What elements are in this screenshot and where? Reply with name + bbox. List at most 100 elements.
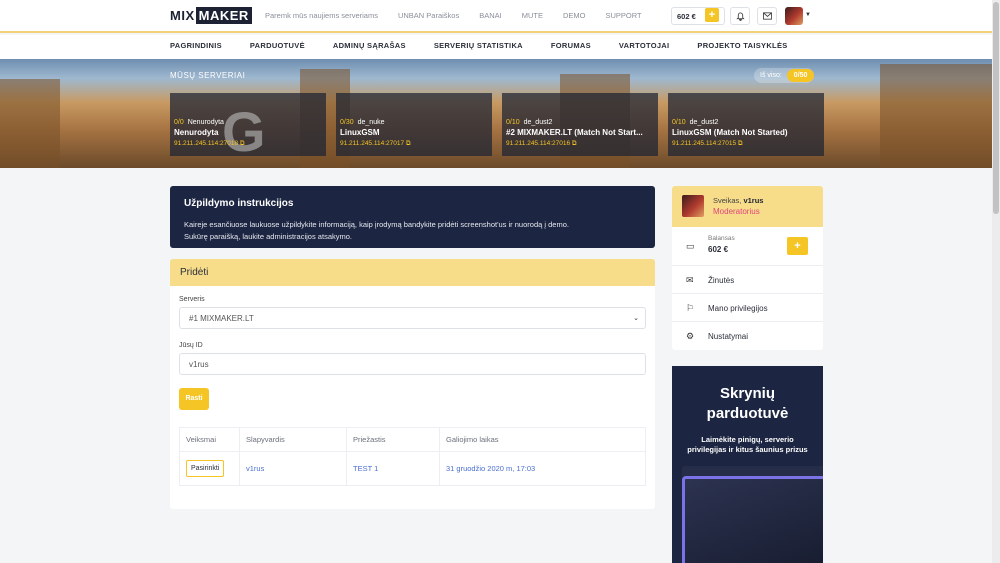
- site-logo[interactable]: MIX MAKER: [170, 7, 252, 24]
- user-balance: ▭ Balansas 602 € +: [672, 227, 823, 266]
- nav-item-admins[interactable]: ADMINŲ SĄRAŠAS: [333, 41, 406, 50]
- user-menu-settings[interactable]: ⚙ Nustatymai: [672, 322, 823, 350]
- messages-label: Žinutės: [708, 276, 735, 285]
- bookmark-icon: ⚐: [686, 303, 695, 313]
- messages-button[interactable]: [757, 7, 777, 25]
- server-players: 0/10: [506, 119, 520, 126]
- server-map: Nenurodyta: [187, 119, 224, 126]
- chevron-down-icon[interactable]: ▼: [805, 12, 811, 18]
- instructions-text-2: Sukūrę paraišką, laukite administracijos…: [184, 231, 352, 241]
- user-menu-messages[interactable]: ✉ Žinutės: [672, 266, 823, 294]
- id-label: Jūsų ID: [179, 342, 203, 349]
- chevron-down-icon: ⌄: [633, 315, 639, 322]
- table-row: Pasirinkti v1rus TEST 1 31 gruodžio 2020…: [179, 451, 646, 486]
- promo-title-line-1: Skrynių: [719, 385, 776, 402]
- promo-text: Laimėkite pinigų, serverio privilegijas …: [672, 435, 823, 457]
- logo-maker-text: MAKER: [195, 7, 252, 24]
- server-players: 0/30: [340, 119, 354, 126]
- nav-item-home[interactable]: PAGRINDINIS: [170, 41, 222, 50]
- nav-item-server-stats[interactable]: SERVERIŲ STATISTIKA: [434, 41, 523, 50]
- user-menu-privileges[interactable]: ⚐ Mano privilegijos: [672, 294, 823, 322]
- id-input-value: v1rus: [189, 360, 209, 369]
- user-card: Sveikas, v1rus Moderatorius ▭ Balansas 6…: [672, 186, 823, 350]
- top-link-bans[interactable]: BANAI: [479, 11, 502, 20]
- row-reason: TEST 1: [346, 451, 440, 486]
- scrollbar-thumb[interactable]: [993, 2, 999, 214]
- server-players: 0/10: [672, 119, 686, 126]
- top-links: Paremk mūs naujiems serveriams UNBAN Par…: [265, 11, 642, 20]
- servers-banner: MŪSŲ SERVERIAI Iš viso: 0/50 G 0/0 Nenuro…: [0, 59, 992, 168]
- servers-total-value: 0/50: [786, 69, 815, 82]
- server-card[interactable]: G 0/0 Nenurodyta Nenurodyta 91.211.245.11…: [170, 93, 326, 163]
- results-table: Veiksmai Slapyvardis Priežastis Galiojim…: [179, 427, 646, 486]
- server-card[interactable]: 0/30 de_nuke LinuxGSM 91.211.245.114:2701…: [336, 93, 492, 156]
- balance-label: Balansas: [708, 235, 735, 242]
- wallet-icon: ▭: [686, 241, 695, 251]
- top-link-support-us[interactable]: Paremk mūs naujiems serveriams: [265, 11, 378, 20]
- user-name: v1rus: [743, 196, 764, 205]
- mail-icon: ✉: [686, 275, 694, 285]
- server-select[interactable]: #1 MIXMAKER.LT ⌄: [179, 307, 646, 329]
- logo-mix-text: MIX: [170, 8, 195, 23]
- crate-image-body: [682, 476, 823, 563]
- server-card[interactable]: 0/10 de_dust2 LinuxGSM (Match Not Started…: [668, 93, 824, 156]
- server-name: LinuxGSM: [340, 128, 380, 137]
- server-label: Serveris: [179, 296, 205, 303]
- nav-item-users[interactable]: VARTOTOJAI: [619, 41, 670, 50]
- header-balance-value: 602 €: [677, 11, 696, 21]
- top-link-demo[interactable]: DEMO: [563, 11, 586, 20]
- nav-item-forum[interactable]: FORUMAS: [551, 41, 591, 50]
- server-ip[interactable]: 91.211.245.114:27016 ⧉: [506, 140, 654, 148]
- top-link-support[interactable]: SUPPORT: [606, 11, 642, 20]
- find-button[interactable]: Rasti: [179, 388, 209, 410]
- add-form: Serveris #1 MIXMAKER.LT ⌄ Jūsų ID v1rus …: [170, 286, 655, 509]
- notifications-button[interactable]: [730, 7, 750, 25]
- greeting-text: Sveikas,: [713, 196, 742, 205]
- avatar[interactable]: [682, 195, 704, 217]
- privileges-label: Mano privilegijos: [708, 304, 768, 313]
- topup-button[interactable]: +: [705, 8, 719, 22]
- server-name: #2 MIXMAKER.LT (Match Not Start...: [506, 128, 643, 137]
- table-header-row: Veiksmai Slapyvardis Priežastis Galiojim…: [179, 427, 646, 452]
- user-avatar[interactable]: [785, 7, 803, 25]
- server-select-value: #1 MIXMAKER.LT: [189, 314, 254, 323]
- instructions-text-1: Kaireje esančiuose laukuose užpildykite …: [184, 220, 569, 229]
- col-expires: Galiojimo laikas: [439, 427, 646, 452]
- col-reason: Priežastis: [346, 427, 440, 452]
- top-link-unban[interactable]: UNBAN Paraiškos: [398, 11, 459, 20]
- server-players: 0/0: [174, 119, 184, 126]
- instructions-panel: Užpildymo instrukcijos Kaireje esančiuos…: [170, 186, 655, 248]
- top-bar: MIX MAKER Paremk mūs naujiems serveriams …: [0, 0, 992, 33]
- settings-label: Nustatymai: [708, 332, 749, 341]
- row-expires: 31 gruodžio 2020 m, 17:03: [439, 451, 646, 486]
- server-card[interactable]: 0/10 de_dust2 #2 MIXMAKER.LT (Match Not S…: [502, 93, 658, 156]
- server-ip[interactable]: 91.211.245.114:27017 ⧉: [340, 140, 488, 148]
- promo-text-line-2: privilegijas ir kitus šaunius prizus: [687, 445, 808, 455]
- top-link-mute[interactable]: MUTE: [522, 11, 543, 20]
- main-nav: PAGRINDINIS PARDUOTUVĖ ADMINŲ SĄRAŠAS SE…: [0, 35, 992, 59]
- col-actions: Veiksmai: [179, 427, 240, 452]
- select-button[interactable]: Pasirinkti: [186, 460, 225, 477]
- case-shop-promo[interactable]: Skrynių parduotuvė Laimėkite pinigų, ser…: [672, 366, 823, 563]
- nav-item-shop[interactable]: PARDUOTUVĖ: [250, 41, 305, 50]
- gear-icon: ⚙: [686, 331, 695, 341]
- col-nick: Slapyvardis: [239, 427, 347, 452]
- add-panel-title: Pridėti: [170, 259, 655, 286]
- servers-title: MŪSŲ SERVERIAI: [170, 71, 246, 80]
- instructions-title: Užpildymo instrukcijos: [184, 198, 294, 209]
- server-ip[interactable]: 91.211.245.114:27015 ⧉: [672, 140, 820, 148]
- server-name: Nenurodyta: [174, 128, 219, 137]
- servers-total-label: Iš viso:: [760, 72, 782, 79]
- server-ip[interactable]: 91.211.245.114:27018 ⧉: [174, 140, 322, 148]
- promo-text-line-1: Laimėkite pinigų, serverio: [701, 434, 794, 444]
- page-scrollbar[interactable]: [992, 0, 1000, 563]
- bell-icon: [735, 11, 745, 21]
- server-map: de_dust2: [689, 119, 719, 126]
- promo-title-line-2: parduotuvė: [706, 405, 789, 423]
- server-name: LinuxGSM (Match Not Started): [672, 128, 788, 137]
- nav-item-rules[interactable]: PROJEKTO TAISYKLĖS: [697, 41, 787, 50]
- id-input[interactable]: v1rus: [179, 353, 646, 375]
- mail-icon: [762, 12, 772, 20]
- server-map: de_nuke: [357, 119, 385, 126]
- add-balance-button[interactable]: +: [787, 237, 808, 255]
